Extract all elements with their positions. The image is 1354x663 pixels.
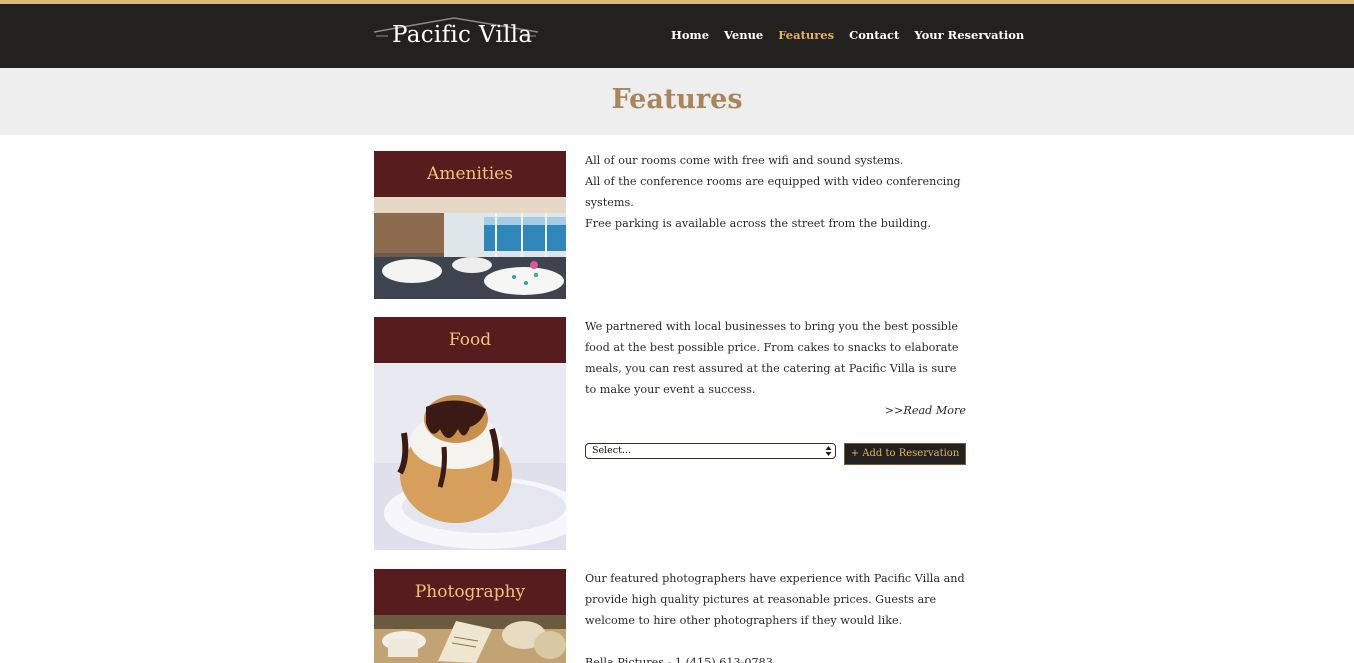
feature-amenities-heading: Amenities bbox=[374, 151, 566, 197]
nav-contact-link[interactable]: Contact bbox=[849, 28, 899, 42]
amenities-paragraph-3: Free parking is available across the str… bbox=[585, 217, 931, 230]
amenities-paragraph-1: All of our rooms come with free wifi and… bbox=[585, 154, 904, 167]
site-header: Pacific Villa Home Venue Features Contac… bbox=[0, 0, 1354, 68]
photography-description: Our featured photographers have experien… bbox=[585, 568, 969, 663]
feature-food-heading: Food bbox=[374, 317, 566, 363]
food-image bbox=[374, 363, 566, 550]
site-logo-text: Pacific Villa bbox=[392, 22, 533, 48]
food-description: We partnered with local businesses to br… bbox=[585, 316, 969, 400]
food-option-select[interactable]: Select... bbox=[585, 443, 836, 459]
amenities-paragraph-2: All of the conference rooms are equipped… bbox=[585, 175, 961, 209]
feature-photography-heading: Photography bbox=[374, 569, 566, 615]
add-to-reservation-button[interactable]: + Add to Reservation bbox=[844, 443, 966, 465]
site-logo[interactable]: Pacific Villa bbox=[374, 14, 538, 54]
page-title: Features bbox=[611, 84, 743, 115]
select-arrows-icon bbox=[825, 446, 832, 456]
food-option-select-value: Select... bbox=[592, 445, 631, 456]
nav-home-link[interactable]: Home bbox=[671, 28, 709, 42]
photography-contact: Bella Pictures - 1 (415) 613-0783 bbox=[585, 656, 773, 663]
amenities-description: All of our rooms come with free wifi and… bbox=[585, 150, 969, 234]
nav-features-link[interactable]: Features bbox=[778, 28, 834, 42]
photography-paragraph-1: Our featured photographers have experien… bbox=[585, 572, 965, 627]
amenities-image bbox=[374, 197, 566, 299]
main-nav: Home Venue Features Contact Your Reserva… bbox=[671, 28, 1024, 42]
food-read-more-link[interactable]: >>Read More bbox=[585, 402, 966, 420]
food-paragraph-1: We partnered with local businesses to br… bbox=[585, 320, 959, 396]
nav-reservation-link[interactable]: Your Reservation bbox=[914, 28, 1024, 42]
photography-image bbox=[374, 615, 566, 663]
nav-venue-link[interactable]: Venue bbox=[724, 28, 763, 42]
